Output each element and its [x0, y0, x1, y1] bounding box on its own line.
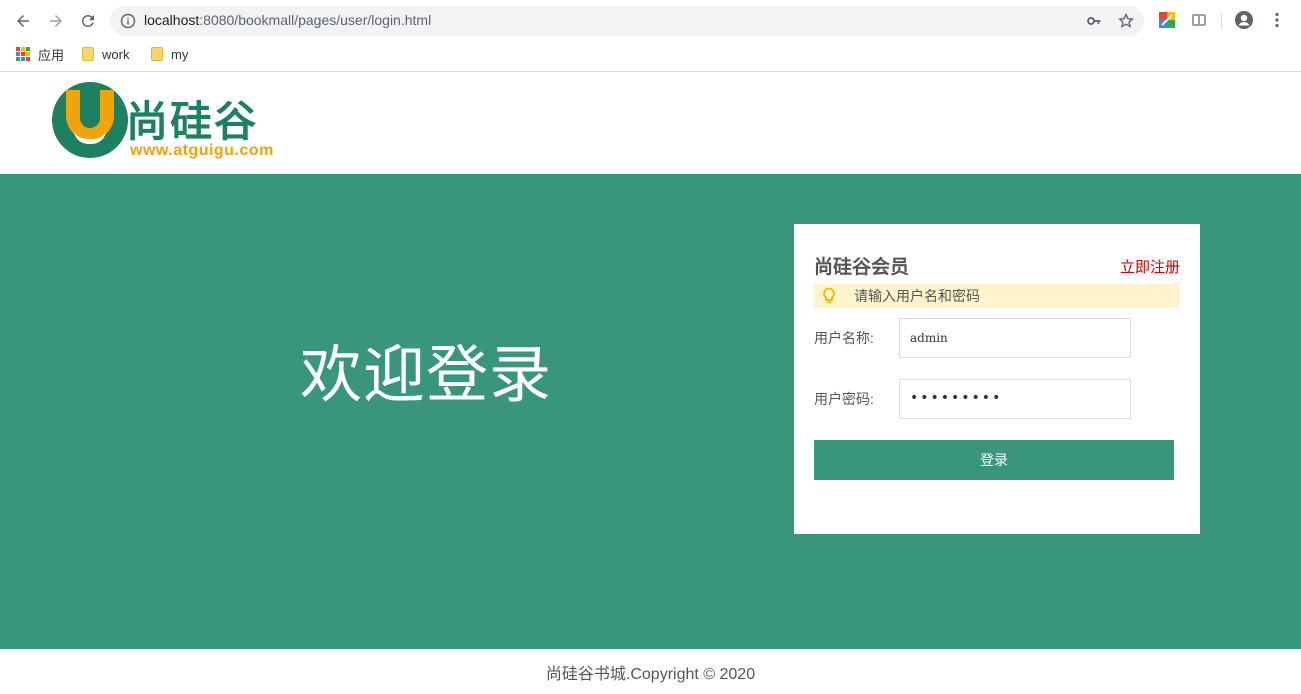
- arrow-left-icon: [17, 15, 29, 27]
- logo-text: 尚硅谷: [126, 97, 259, 146]
- password-value: •••••••••: [910, 390, 1003, 406]
- extension-gray-icon[interactable]: [1190, 11, 1208, 29]
- bookmark-my[interactable]: my: [151, 44, 188, 64]
- login-tip: 请输入用户名和密码: [814, 284, 1180, 308]
- bookmark-label: my: [171, 46, 189, 62]
- profile-avatar-icon[interactable]: [1234, 10, 1254, 30]
- reload-icon: [81, 14, 94, 27]
- apps-grid-icon: [16, 47, 30, 61]
- bookmark-label: work: [102, 46, 130, 62]
- logo-u-inner: [80, 90, 100, 128]
- copyright-text: 尚硅谷书城.Copyright © 2020: [545, 666, 756, 683]
- folder-icon: [82, 47, 94, 61]
- register-link[interactable]: 立即注册: [1120, 256, 1180, 277]
- address-bar[interactable]: localhost:8080/bookmall/pages/user/login…: [110, 6, 1144, 36]
- bookmarks-bar: 应用 work my: [0, 40, 1301, 68]
- page-header: 尚硅谷 www.atguigu.com: [0, 72, 1301, 174]
- menu-dots-icon[interactable]: [1268, 11, 1286, 29]
- extension-colorful-icon[interactable]: [1158, 11, 1176, 29]
- toolbar-divider: [1221, 13, 1222, 29]
- tip-text: 请输入用户名和密码: [854, 288, 980, 304]
- browser-chrome: localhost:8080/bookmall/pages/user/login…: [0, 0, 1301, 72]
- star-icon[interactable]: [1118, 13, 1134, 29]
- login-button[interactable]: 登录: [814, 440, 1174, 480]
- password-label: 用户密码:: [814, 391, 874, 407]
- username-value: admin: [910, 331, 948, 345]
- arrow-right-icon: [50, 15, 62, 27]
- url-path: :8080/bookmall/pages/user/login.html: [199, 12, 432, 28]
- key-icon[interactable]: [1086, 13, 1102, 29]
- site-logo[interactable]: 尚硅谷 www.atguigu.com: [52, 82, 312, 164]
- logo-url-text: www.atguigu.com: [130, 142, 274, 159]
- lightbulb-icon: [823, 287, 835, 304]
- login-title: 尚硅谷会员: [814, 257, 910, 278]
- page-footer: 尚硅谷书城.Copyright © 2020: [0, 649, 1301, 694]
- username-input[interactable]: admin: [899, 318, 1131, 358]
- url-text[interactable]: localhost:8080/bookmall/pages/user/login…: [144, 12, 431, 28]
- login-panel: 尚硅谷会员 立即注册 请输入用户名和密码 用户名称: admin 用户密码: •…: [794, 224, 1200, 534]
- bookmark-apps[interactable]: 应用: [16, 44, 64, 64]
- bookmark-label: 应用: [38, 47, 65, 63]
- back-button[interactable]: [11, 9, 35, 33]
- logo-u-arc: [74, 130, 106, 144]
- forward-button[interactable]: [44, 9, 68, 33]
- welcome-heading: 欢迎登录: [300, 338, 553, 411]
- password-input[interactable]: •••••••••: [899, 379, 1131, 419]
- logo-circle-icon: [52, 82, 128, 158]
- username-label: 用户名称:: [814, 330, 874, 346]
- login-hero: 欢迎登录 尚硅谷会员 立即注册 请输入用户名和密码 用户名称: admin 用户…: [0, 174, 1301, 649]
- bookmark-work[interactable]: work: [82, 44, 129, 64]
- info-icon[interactable]: [120, 13, 136, 29]
- url-host: localhost: [144, 12, 200, 28]
- folder-icon: [151, 47, 163, 61]
- reload-button[interactable]: [76, 9, 100, 33]
